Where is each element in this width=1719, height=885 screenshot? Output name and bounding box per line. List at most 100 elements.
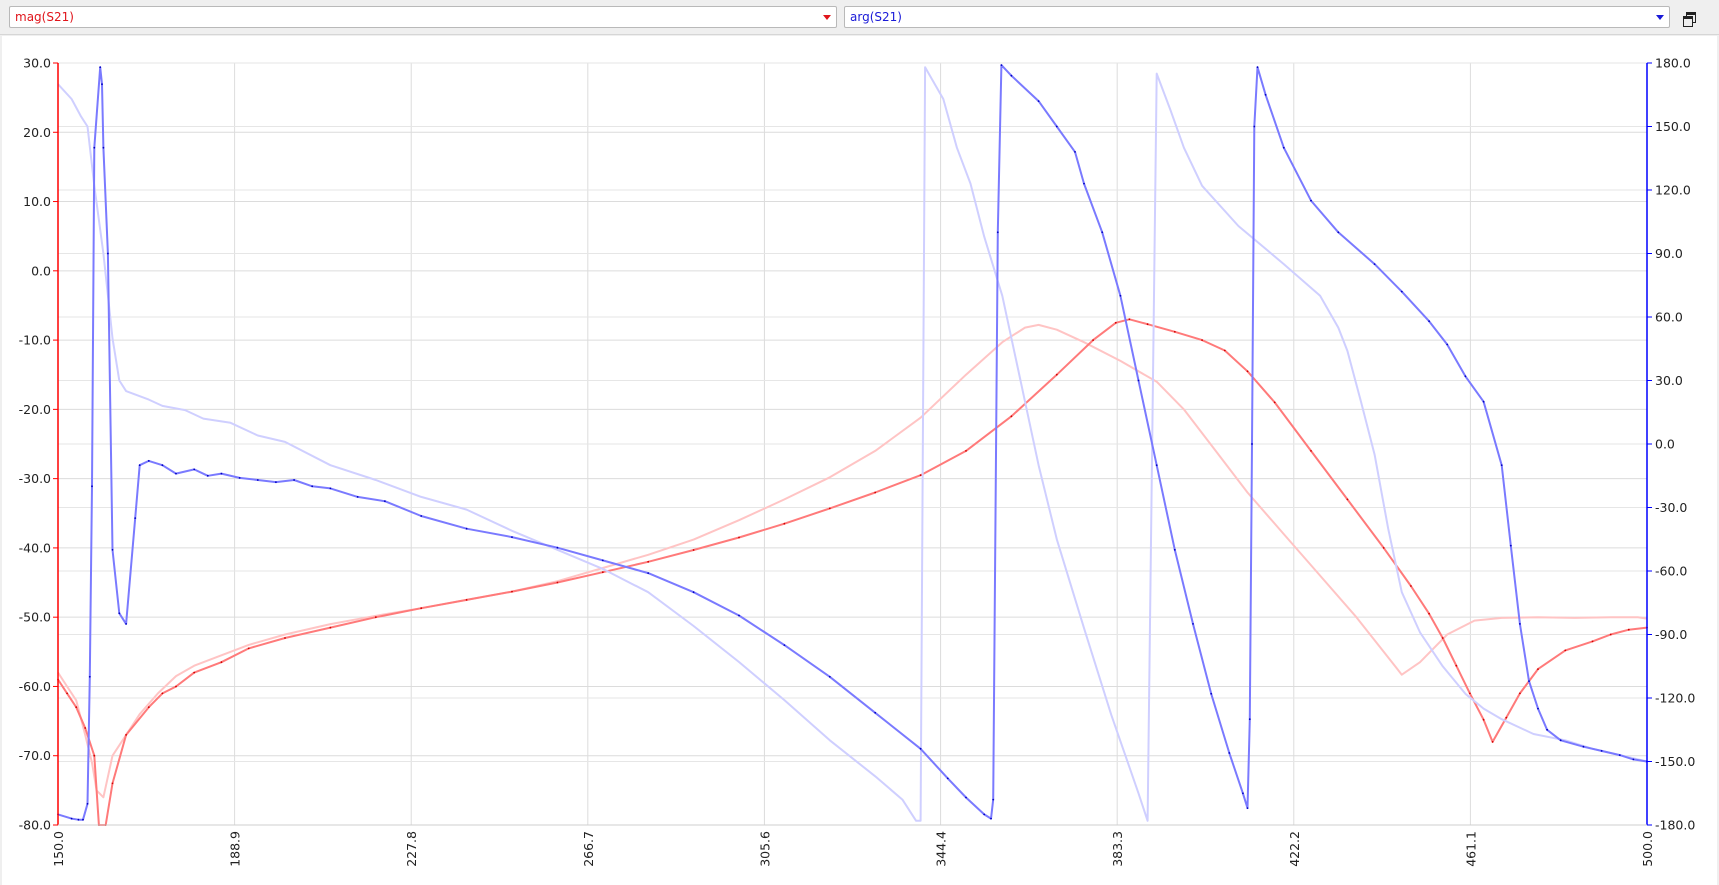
arg-data-point	[1101, 231, 1104, 234]
x-tick-label: 461.1	[1463, 831, 1478, 867]
y-left-tick-label: -50.0	[19, 610, 51, 625]
mag-data-point	[1273, 401, 1276, 404]
y-right-tick-label: 120.0	[1655, 183, 1691, 198]
arg-data-point	[874, 711, 877, 714]
mag-data-point	[329, 626, 332, 629]
arg-data-point	[965, 796, 967, 799]
arg-data-point	[1282, 146, 1285, 149]
y-left-tick-label: -80.0	[19, 818, 51, 833]
arg-data-point	[1253, 125, 1256, 128]
mag-data-point	[75, 706, 78, 709]
arg-data-point	[738, 614, 740, 617]
arg-data-point	[193, 468, 196, 471]
mag-data-point	[125, 734, 127, 736]
arg-data-point	[1618, 754, 1621, 756]
mag-data-point	[1627, 628, 1630, 631]
y-left-tick-label: -30.0	[19, 471, 51, 486]
mag-data-point	[1092, 339, 1094, 341]
y-right-tick-label: 60.0	[1655, 310, 1683, 325]
arg-data-point	[111, 548, 114, 551]
arg-data-point	[1119, 294, 1122, 297]
arg-data-point	[1400, 290, 1403, 293]
mag-data-point	[1609, 633, 1612, 636]
arg-data-point	[1242, 792, 1244, 795]
mag-data-point	[111, 782, 114, 785]
x-tick-label: 227.8	[404, 831, 419, 867]
arg-data-point	[118, 612, 121, 615]
mag-data-point	[1428, 612, 1430, 615]
y-left-tick-label: 30.0	[23, 56, 51, 71]
arg-data-point	[175, 472, 177, 475]
arg-data-point	[1464, 375, 1467, 378]
arg-data-point	[783, 644, 786, 646]
arg-data-point	[465, 527, 468, 530]
arg-data-point	[1337, 231, 1340, 234]
series-layer	[57, 64, 1648, 826]
arg-data-point	[238, 477, 241, 479]
arg-data-point	[329, 487, 332, 490]
arg-data-point	[919, 747, 922, 750]
mag-data-point	[1201, 339, 1203, 341]
mag-s21-series-active	[57, 318, 1648, 826]
arg-data-point	[1310, 199, 1312, 202]
arg-s21-series-active	[57, 64, 1648, 821]
arg-data-point	[220, 472, 223, 475]
mag-data-point	[1519, 692, 1521, 695]
x-tick-label: 383.3	[1110, 831, 1125, 867]
mag-data-point	[919, 474, 922, 477]
arg-data-point	[1428, 320, 1430, 323]
x-tick-label: 150.0	[51, 831, 66, 867]
y-right-tick-label: 0.0	[1655, 437, 1675, 452]
arg-data-point	[1500, 464, 1503, 467]
arg-data-point	[275, 481, 277, 483]
mag-data-point	[66, 692, 68, 695]
x-tick-label: 188.9	[228, 831, 243, 867]
y-left-tick-label: -70.0	[19, 748, 51, 763]
mag-data-point	[1455, 664, 1458, 667]
mag-data-point	[1173, 330, 1176, 333]
y-left-tick-label: 0.0	[31, 263, 51, 278]
arg-data-point	[99, 66, 102, 69]
y-left-tick-label: -10.0	[19, 333, 51, 348]
arg-data-point	[88, 675, 91, 678]
mag-data-point	[1246, 370, 1249, 373]
mag-data-point	[147, 706, 150, 709]
mag-data-point	[1505, 716, 1508, 719]
arg-data-point	[1373, 263, 1376, 265]
mag-data-point	[193, 671, 196, 674]
mag-data-point	[692, 549, 695, 551]
arg-data-point	[311, 485, 314, 488]
arg-data-point	[601, 559, 604, 562]
arg-data-point	[1228, 752, 1231, 754]
mag-data-point	[420, 607, 423, 610]
mag-data-point	[84, 727, 87, 729]
arg-data-point	[206, 474, 209, 477]
mag-data-point	[284, 637, 286, 639]
chart[interactable]: 150.0 188.9 227.8 266.7 305.6 344.4 383.3 422.2…	[0, 0, 1719, 885]
arg-data-point	[107, 252, 109, 255]
y-right-tick-label: -120.0	[1655, 691, 1695, 706]
mag-data-point	[175, 685, 177, 688]
arg-data-point	[1137, 379, 1140, 382]
x-tick-label: 422.2	[1287, 831, 1302, 867]
mag-data-point	[465, 599, 468, 601]
y-left-tick-label: 10.0	[23, 194, 51, 209]
arg-data-point	[91, 485, 93, 488]
arg-data-point	[1519, 623, 1521, 625]
arg-data-point	[992, 798, 995, 801]
arg-data-point	[1251, 443, 1253, 445]
arg-data-point	[1600, 750, 1603, 752]
mag-data-point	[93, 754, 96, 757]
y-right-tick-label: -30.0	[1655, 500, 1687, 515]
mag-data-point	[1469, 692, 1471, 695]
arg-data-point	[293, 479, 295, 481]
mag-data-point	[783, 522, 786, 525]
arg-data-point	[828, 675, 831, 678]
y-right-tick-label: -60.0	[1655, 564, 1687, 579]
arg-data-point	[1256, 66, 1259, 69]
x-tick-label: 305.6	[757, 831, 772, 867]
y-right-tick-label: -150.0	[1655, 754, 1695, 769]
mag-data-point	[1223, 349, 1226, 352]
arg-data-point	[138, 464, 141, 467]
arg-data-point	[1248, 718, 1251, 721]
